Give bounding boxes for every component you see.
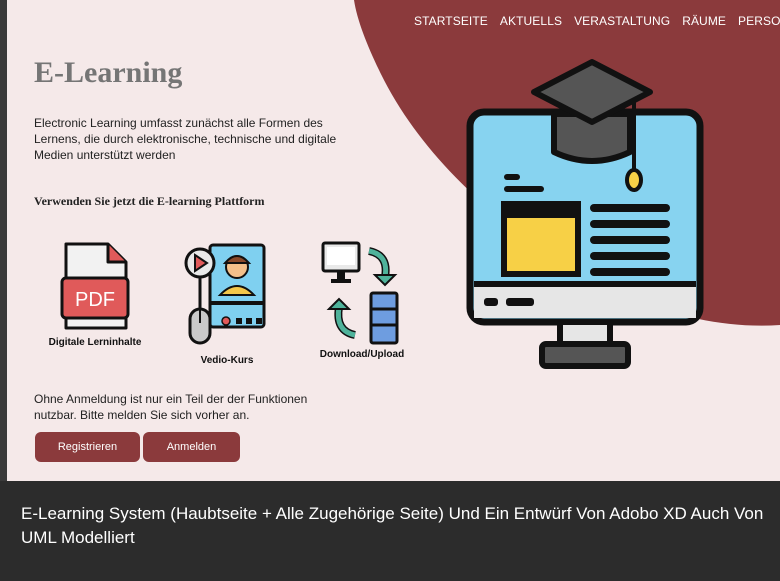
feature-digital-content[interactable]: PDF Digitale Lerninhalte: [40, 240, 150, 348]
platform-heading: Verwenden Sie jetzt die E-learning Platt…: [34, 194, 265, 208]
feature-video-course[interactable]: Vedio-Kurs: [172, 243, 282, 366]
nav-item-personen[interactable]: PERSONEN: [738, 14, 780, 28]
feature-label: Download/Upload: [319, 349, 405, 360]
caption-text: E-Learning System (Haubtseite + Alle Zug…: [21, 504, 764, 547]
feature-label: Vedio-Kurs: [200, 355, 254, 366]
nav-item-verastaltung[interactable]: VERASTALTUNG: [574, 14, 670, 28]
register-button[interactable]: Registrieren: [35, 432, 140, 462]
nav-item-raeume[interactable]: RÄUME: [682, 14, 726, 28]
intro-text: Electronic Learning umfasst zunächst all…: [34, 116, 337, 162]
main-nav: STARTSEITE AKTUELLS VERASTALTUNG RÄUME P…: [414, 14, 780, 28]
nav-item-aktuells[interactable]: AKTUELLS: [500, 14, 562, 28]
login-button[interactable]: Anmelden: [143, 432, 240, 462]
page-title: E-Learning: [34, 56, 183, 89]
login-note: Ohne Anmeldung ist nur ein Teil der der …: [34, 392, 308, 422]
pdf-document-icon: PDF: [60, 242, 130, 330]
video-course-icon: [184, 243, 266, 345]
left-edge-bar: [0, 0, 7, 481]
pdf-icon-text: PDF: [75, 289, 115, 311]
website-page: STARTSEITE AKTUELLS VERASTALTUNG RÄUME P…: [7, 0, 780, 481]
feature-label: Digitale Lerninhalte: [48, 337, 142, 348]
nav-item-startseite[interactable]: STARTSEITE: [414, 14, 488, 28]
monitor-graduation-cap-icon: [466, 59, 704, 369]
feature-download-upload[interactable]: Download/Upload: [307, 241, 417, 360]
download-upload-icon: [321, 241, 399, 345]
